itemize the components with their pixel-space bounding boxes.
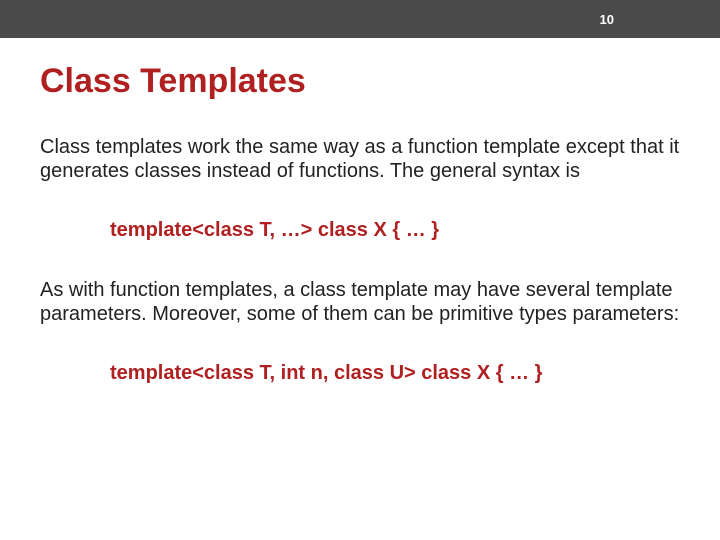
code-example-2: template<class T, int n, class U> class … xyxy=(40,362,680,385)
slide-title: Class Templates xyxy=(40,62,680,101)
slide-content: Class Templates Class templates work the… xyxy=(0,38,720,385)
paragraph-2: As with function templates, a class temp… xyxy=(40,278,680,326)
header-bar: 10 xyxy=(0,0,720,38)
paragraph-1: Class templates work the same way as a f… xyxy=(40,135,680,183)
code-example-1: template<class T, …> class X { … } xyxy=(40,219,680,242)
page-number: 10 xyxy=(600,12,614,27)
